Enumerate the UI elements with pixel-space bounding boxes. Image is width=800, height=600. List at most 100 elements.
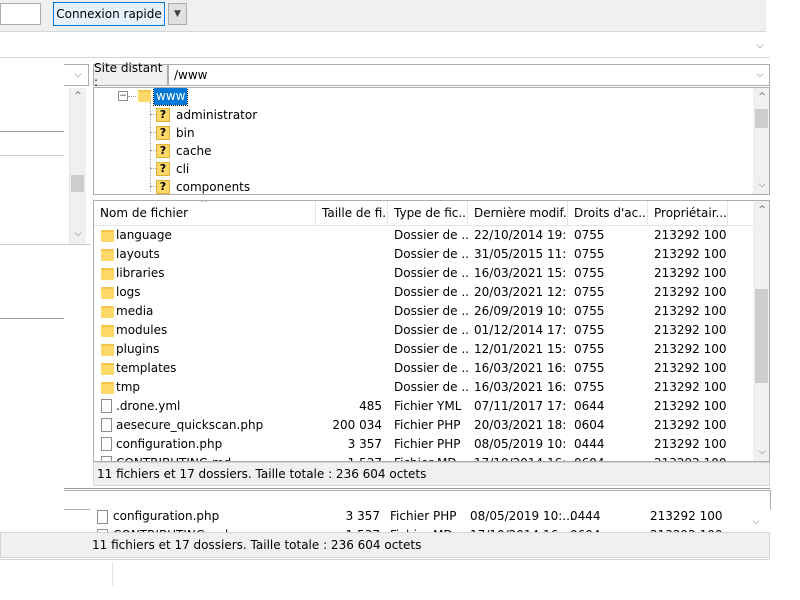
ghost-modified: 08/05/2019 10:... [470, 509, 574, 523]
tree-item[interactable]: ? cli [156, 160, 356, 178]
file-type: Dossier de ... [394, 247, 469, 261]
column-header-size[interactable]: Taille de fi... [316, 201, 388, 225]
column-header-type[interactable]: Type de fic... [388, 201, 468, 225]
file-icon [101, 418, 112, 432]
file-row[interactable]: media Dossier de ... 26/09/2019 10:... 0755… [94, 302, 754, 321]
tree-item[interactable]: ? components [156, 178, 356, 194]
folder-icon [101, 287, 114, 299]
tree-collapse-icon[interactable]: − [118, 91, 128, 101]
local-divider-3 [0, 244, 90, 245]
file-permissions: 0755 [574, 342, 605, 356]
file-row[interactable]: language Dossier de ... 22/10/2014 19:... 0… [94, 226, 754, 245]
tree-item[interactable]: ? cache [156, 142, 356, 160]
file-rows: language Dossier de ... 22/10/2014 19:... 0… [94, 226, 754, 461]
quickconnect-button[interactable]: Connexion rapide [53, 2, 165, 26]
file-size [320, 283, 382, 302]
file-row[interactable]: logs Dossier de ... 20/03/2021 12:... 0755 2… [94, 283, 754, 302]
file-type: Dossier de ... [394, 266, 469, 280]
remote-status-bar: 11 fichiers et 17 dossiers. Taille total… [93, 462, 770, 486]
file-list-scroll-up-icon[interactable]: ^ [754, 202, 769, 218]
file-row[interactable]: plugins Dossier de ... 12/01/2021 15:... 07… [94, 340, 754, 359]
file-type: Fichier PHP [394, 437, 461, 451]
file-icon [101, 456, 112, 461]
file-name: libraries [116, 266, 165, 280]
file-owner: 213292 100 [654, 361, 727, 375]
ghost-owner: 213292 100 [650, 509, 723, 523]
remote-path-dropdown-icon[interactable]: ⌵ [752, 67, 768, 83]
tree-item[interactable]: ? administrator [156, 106, 356, 124]
ghost-perms: 0444 [570, 509, 601, 523]
remote-tree[interactable]: − www ? administrator ? bin ? cache ? cl… [93, 87, 770, 195]
file-row[interactable]: libraries Dossier de ... 16/03/2021 15:...… [94, 264, 754, 283]
ghost-type: Fichier PHP [390, 509, 457, 523]
remote-path-value: /www [174, 68, 208, 82]
local-tree-scrollbar[interactable] [69, 88, 86, 244]
file-modified: 26/09/2019 10:... [474, 304, 566, 318]
unknown-folder-icon: ? [156, 180, 170, 194]
file-list-scroll-down-icon[interactable]: ⌵ [754, 444, 769, 460]
tree-root-www[interactable]: www [152, 88, 189, 106]
file-permissions: 0755 [574, 323, 605, 337]
file-row[interactable]: layouts Dossier de ... 31/05/2015 11:... 07… [94, 245, 754, 264]
file-row[interactable]: aesecure_quickscan.php 200 034 Fichier PHP… [94, 416, 754, 435]
file-modified: 08/05/2019 10:... [474, 437, 566, 451]
file-permissions: 0755 [574, 361, 605, 375]
file-size [320, 264, 382, 283]
file-row[interactable]: tmp Dossier de ... 16/03/2021 16:... 0755 21… [94, 378, 754, 397]
log-scroll-down-icon[interactable]: ⌵ [752, 38, 768, 54]
file-modified: 20/03/2021 12:... [474, 285, 566, 299]
file-list-scroll-thumb[interactable] [755, 289, 768, 383]
local-path-dropdown-icon[interactable]: ⌵ [70, 67, 86, 83]
ghost-name: configuration.php [113, 509, 220, 523]
file-modified: 01/12/2014 17:... [474, 323, 566, 337]
file-row[interactable]: CONTRIBUTING.md 1 537 Fichier MD 17/10/2014… [94, 454, 754, 461]
remote-path-input[interactable]: /www [168, 64, 770, 86]
column-header-name[interactable]: Nom de fichier [94, 201, 316, 225]
column-header-owner[interactable]: Propriétair... [648, 201, 728, 225]
file-icon [97, 510, 108, 524]
file-row[interactable]: modules Dossier de ... 01/12/2014 17:... 07… [94, 321, 754, 340]
file-modified: 22/10/2014 19:... [474, 228, 566, 242]
local-tree-scroll-down-icon[interactable]: ⌵ [70, 226, 86, 242]
file-owner: 213292 100 [654, 437, 727, 451]
file-row[interactable]: configuration.php 3 357 Fichier PHP 08/05/2… [94, 435, 754, 454]
file-icon [101, 437, 112, 451]
file-name: templates [116, 361, 177, 375]
local-tree-scroll-up-icon[interactable]: ^ [70, 88, 86, 104]
file-row[interactable]: .drone.yml 485 Fichier YML 07/11/2017 17:..… [94, 397, 754, 416]
message-log [0, 33, 770, 58]
local-divider-4 [0, 318, 64, 319]
file-size [320, 340, 382, 359]
local-tree-scroll-thumb[interactable] [71, 175, 84, 192]
file-permissions: 0604 [574, 454, 644, 461]
file-row[interactable]: templates Dossier de ... 16/03/2021 16:...… [94, 359, 754, 378]
file-name: media [116, 304, 154, 318]
folder-icon [101, 325, 114, 337]
file-owner: 213292 100 [654, 266, 727, 280]
remote-site-label: Site distant : [94, 61, 163, 89]
file-permissions: 0755 [574, 304, 605, 318]
file-name: plugins [116, 342, 160, 356]
remote-file-list[interactable]: ^ Nom de fichier Taille de fi... Type de… [93, 200, 770, 462]
file-type: Dossier de ... [394, 228, 469, 242]
tree-item[interactable]: ? bin [156, 124, 356, 142]
folder-icon [101, 344, 114, 356]
local-divider [0, 131, 64, 132]
quickconnect-port-input[interactable] [0, 3, 41, 25]
column-header-permissions[interactable]: Droits d'ac... [568, 201, 648, 225]
remote-tree-scroll-thumb[interactable] [755, 109, 768, 128]
file-type: Dossier de ... [394, 323, 469, 337]
column-header-modified[interactable]: Dernière modif... [468, 201, 568, 225]
file-modified: 07/11/2017 17:... [474, 399, 566, 413]
ghost-scroll-down-icon: ⌵ [752, 517, 760, 527]
file-owner: 213292 100 [654, 380, 727, 394]
folder-icon [101, 306, 114, 318]
folder-icon [138, 90, 151, 102]
remote-tree-scroll-down-icon[interactable]: ⌵ [754, 177, 769, 193]
file-owner: 213292 100 [654, 304, 727, 318]
quickconnect-dropdown-button[interactable]: ▼ [168, 3, 187, 25]
ghost-status-text: 11 fichiers et 17 dossiers. Taille total… [92, 538, 422, 552]
file-owner: 213292 100 [654, 418, 727, 432]
remote-tree-scroll-up-icon[interactable]: ^ [754, 89, 769, 105]
tree-item-label: cli [176, 162, 190, 176]
